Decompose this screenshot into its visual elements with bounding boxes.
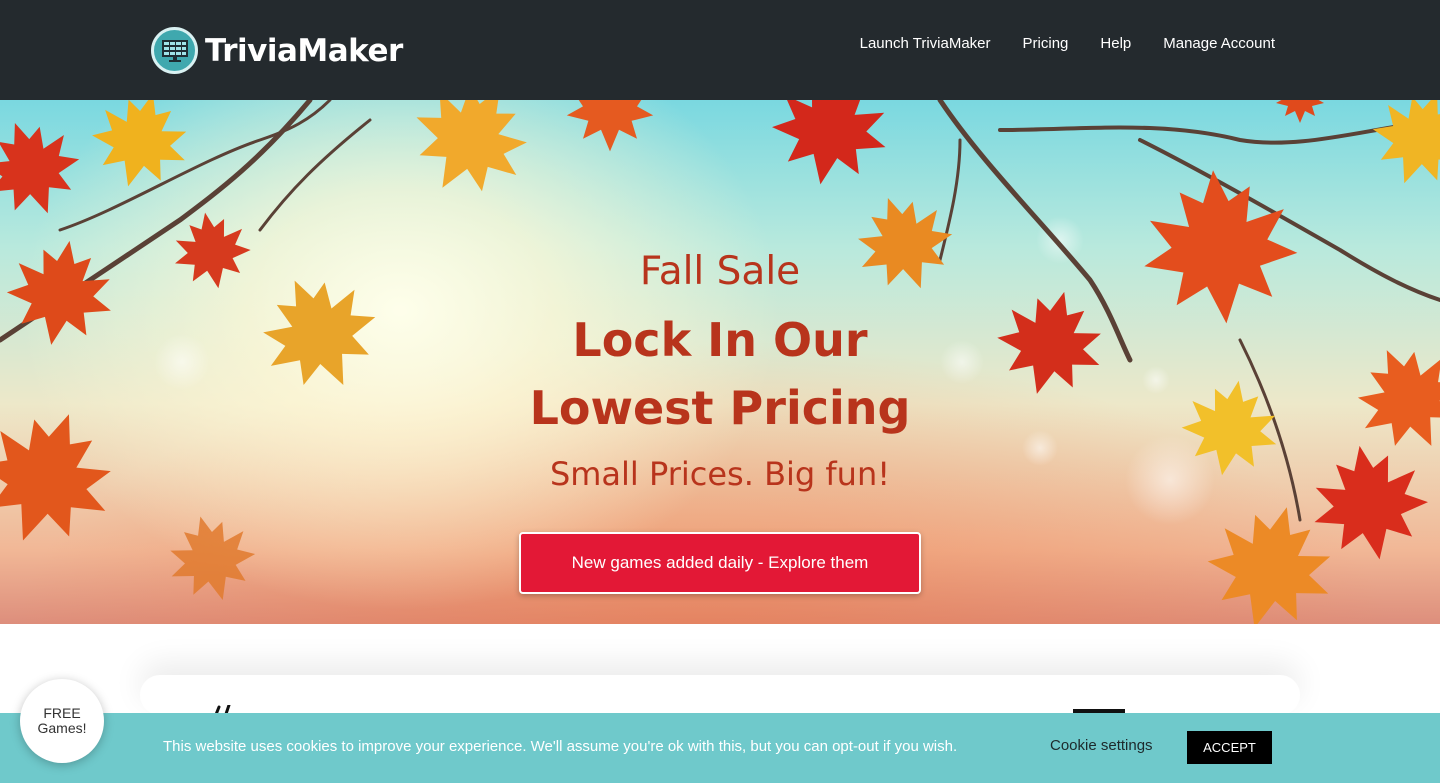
- grid-board-icon: [151, 27, 198, 74]
- hero-headline-line1: Lock In Our: [572, 313, 868, 367]
- hero-headline: Lock In Our Lowest Pricing: [0, 306, 1440, 442]
- nav-manage-account[interactable]: Manage Account: [1163, 35, 1275, 53]
- nav-help[interactable]: Help: [1100, 35, 1131, 53]
- nav-launch-triviamaker[interactable]: Launch TriviaMaker: [860, 35, 991, 53]
- free-games-bubble[interactable]: FREE Games!: [20, 679, 104, 763]
- cookie-consent-bar: This website uses cookies to improve you…: [0, 713, 1440, 783]
- cookie-settings-link[interactable]: Cookie settings: [1050, 737, 1153, 754]
- nav-pricing[interactable]: Pricing: [1023, 35, 1069, 53]
- brand-logo-link[interactable]: TriviaMaker: [151, 27, 403, 74]
- hero-content: Fall Sale Lock In Our Lowest Pricing Sma…: [0, 100, 1440, 624]
- content-card-edge: [140, 675, 1300, 715]
- free-games-line1: FREE: [43, 705, 81, 721]
- free-games-line2: Games!: [37, 720, 87, 736]
- hero-subline: Small Prices. Big fun!: [549, 455, 891, 493]
- brand-name: TriviaMaker: [205, 32, 403, 69]
- hero-headline-line2: Lowest Pricing: [529, 381, 911, 435]
- main-nav: Launch TriviaMaker Pricing Help Manage A…: [860, 35, 1275, 53]
- hero-eyebrow: Fall Sale: [639, 249, 801, 294]
- explore-games-button[interactable]: New games added daily - Explore them: [519, 532, 921, 594]
- cookie-message: This website uses cookies to improve you…: [163, 738, 958, 755]
- hero-banner: Fall Sale Lock In Our Lowest Pricing Sma…: [0, 100, 1440, 624]
- site-header: TriviaMaker Launch TriviaMaker Pricing H…: [0, 0, 1440, 100]
- accept-cookies-button[interactable]: ACCEPT: [1187, 731, 1272, 764]
